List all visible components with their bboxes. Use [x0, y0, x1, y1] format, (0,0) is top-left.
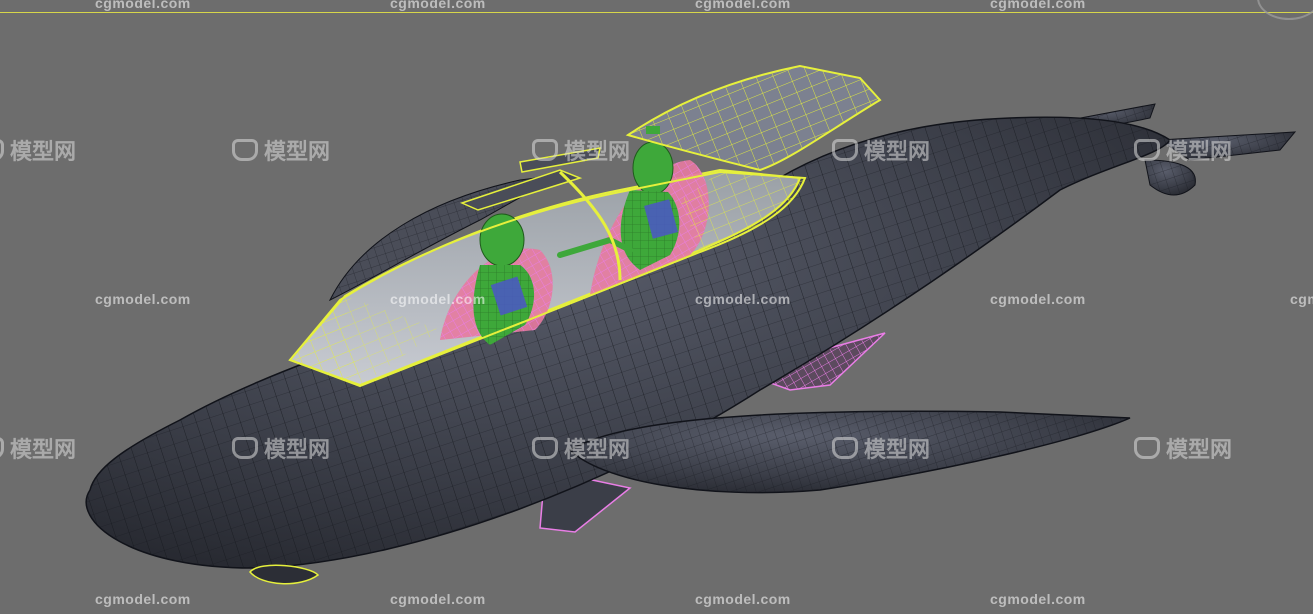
watermark-logo-icon — [1134, 139, 1160, 161]
watermark-logo: 模型网 — [532, 134, 630, 166]
watermark-url: cgmodel.com — [990, 291, 1086, 307]
watermark-logo-icon — [0, 139, 4, 161]
watermark-logo: 模型网 — [832, 432, 930, 464]
watermark-logo: 模型网 — [1134, 134, 1232, 166]
watermark-url: cgmodel.com — [1290, 291, 1313, 307]
watermark-logo-icon — [832, 437, 858, 459]
watermark-logo-icon — [232, 139, 258, 161]
watermark-logo: 模型网 — [1134, 432, 1232, 464]
watermark-url: cgmodel.com — [390, 291, 486, 307]
watermark-url: cgmodel.com — [990, 0, 1086, 11]
watermark-logo: 模型网 — [232, 134, 330, 166]
watermark-url: cgmodel.com — [695, 591, 791, 607]
watermark-url: cgmodel.com — [695, 0, 791, 11]
watermark-url: cgmodel.com — [390, 0, 486, 11]
watermark-url: cgmodel.com — [695, 291, 791, 307]
watermark-logo-icon — [0, 437, 4, 459]
hull-body[interactable] — [85, 116, 1172, 585]
3d-viewport[interactable]: cgmodel.com cgmodel.com cgmodel.com cgmo… — [0, 0, 1313, 614]
watermark-logo-icon — [532, 437, 558, 459]
watermark-logo-icon — [1134, 437, 1160, 459]
watermark-url: cgmodel.com — [95, 291, 191, 307]
watermark-logo: 模型网 — [532, 432, 630, 464]
watermark-logo: 模型网 — [0, 432, 76, 464]
watermark-logo-icon — [232, 437, 258, 459]
watermark-url: cgmodel.com — [95, 591, 191, 607]
watermark-url: cgmodel.com — [390, 591, 486, 607]
watermark-logo-icon — [832, 139, 858, 161]
scene-render[interactable] — [0, 0, 1313, 614]
watermark-logo: 模型网 — [232, 432, 330, 464]
watermark-url: cgmodel.com — [95, 0, 191, 11]
watermark-logo: 模型网 — [0, 134, 76, 166]
watermark-url: cgmodel.com — [990, 591, 1086, 607]
pilot-head-rear — [479, 213, 525, 267]
watermark-logo-icon — [532, 139, 558, 161]
watermark-logo: 模型网 — [832, 134, 930, 166]
